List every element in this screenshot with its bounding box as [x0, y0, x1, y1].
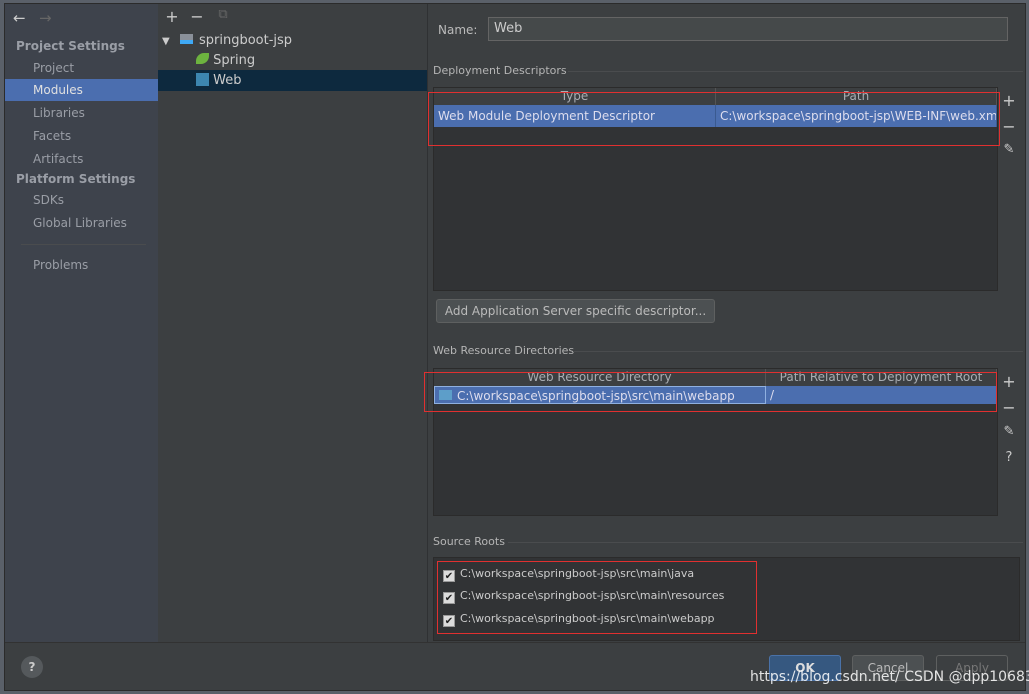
forward-arrow-icon[interactable]: →	[39, 9, 52, 27]
copy-icon[interactable]: ⧉	[215, 7, 231, 22]
sidebar-item-global-libraries[interactable]: Global Libraries	[5, 212, 158, 234]
module-tree-panel: + − ⧉ ▼ springboot-jsp Spring Web	[158, 4, 428, 642]
tree-node-spring[interactable]: Spring	[196, 52, 255, 70]
edit-pencil-icon[interactable]: ✎	[1001, 142, 1017, 157]
web-facet-icon	[196, 73, 209, 86]
remove-descriptor-icon[interactable]: −	[1001, 117, 1017, 136]
divider	[21, 244, 146, 245]
name-label: Name:	[438, 23, 478, 37]
sidebar-item-libraries[interactable]: Libraries	[5, 102, 158, 124]
back-arrow-icon[interactable]: ←	[13, 9, 26, 27]
remove-directory-icon[interactable]: −	[1001, 398, 1017, 417]
add-icon[interactable]: +	[164, 7, 180, 26]
help-button[interactable]: ?	[21, 656, 43, 678]
sidebar-item-modules[interactable]: Modules	[5, 79, 158, 101]
name-input[interactable]: Web	[488, 17, 1008, 41]
sidebar-item-sdks[interactable]: SDKs	[5, 189, 158, 211]
deployment-descriptors-title: Deployment Descriptors	[433, 64, 567, 77]
add-descriptor-icon[interactable]: +	[1001, 91, 1017, 110]
sidebar: ← → Project Settings Project Modules Lib…	[5, 4, 158, 642]
module-folder-icon	[179, 34, 193, 44]
highlight-box	[428, 92, 1000, 146]
platform-settings-header: Platform Settings	[16, 172, 136, 186]
divider	[508, 542, 1023, 543]
tree-node-label: Spring	[213, 53, 256, 68]
tree-node-label: springboot-jsp	[198, 33, 293, 48]
spring-leaf-icon	[196, 53, 209, 64]
dialog-footer: ? OK Cancel Apply https://blog.csdn.net/…	[5, 642, 1029, 690]
facet-settings-panel: Name: Web Deployment Descriptors Type Pa…	[424, 4, 1025, 642]
add-server-descriptor-button[interactable]: Add Application Server specific descript…	[436, 299, 715, 323]
highlight-box	[437, 561, 757, 634]
source-roots-title: Source Roots	[433, 535, 505, 548]
highlight-box	[424, 372, 997, 412]
sidebar-item-project[interactable]: Project	[5, 57, 158, 79]
sidebar-item-facets[interactable]: Facets	[5, 125, 158, 147]
divider	[573, 351, 1023, 352]
edit-pencil-icon[interactable]: ✎	[1001, 424, 1017, 439]
tree-node-web[interactable]: Web	[158, 70, 427, 91]
expand-triangle-icon[interactable]: ▼	[162, 36, 170, 47]
watermark: https://blog.csdn.net/ CSDN @dpp10683014	[750, 669, 1029, 685]
sidebar-item-problems[interactable]: Problems	[5, 254, 158, 276]
remove-icon[interactable]: −	[189, 7, 205, 26]
tree-node-springboot-jsp[interactable]: ▼ springboot-jsp	[162, 32, 292, 50]
project-settings-header: Project Settings	[16, 39, 125, 53]
help-question-icon[interactable]: ?	[1001, 450, 1017, 465]
sidebar-item-artifacts[interactable]: Artifacts	[5, 148, 158, 170]
divider	[568, 71, 1023, 72]
add-directory-icon[interactable]: +	[1001, 372, 1017, 391]
web-resource-directories-title: Web Resource Directories	[433, 344, 575, 357]
tree-node-label: Web	[213, 73, 242, 88]
